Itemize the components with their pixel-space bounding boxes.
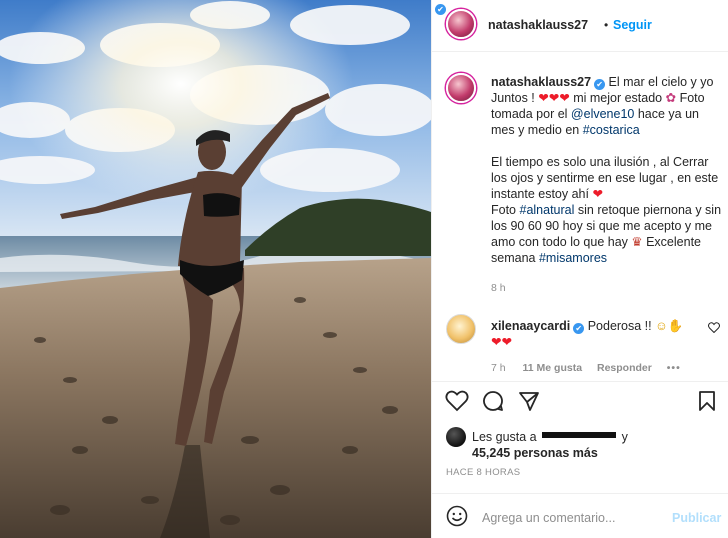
post-actions-bar — [432, 381, 728, 421]
hashtag-link[interactable]: #costarica — [583, 123, 640, 137]
caption-author-avatar[interactable] — [446, 73, 476, 103]
raised-hands-emoji-icon: ✋ — [667, 319, 684, 333]
post-caption: natashaklauss27 ✔ El mar el cielo y yo Ju… — [491, 74, 723, 282]
follow-button[interactable]: Seguir — [613, 18, 652, 32]
comment-item: xilenaaycardi ✔ Poderosa !! ☺✋ ❤❤ — [491, 318, 701, 350]
add-comment-bar: Agrega un comentario... Publicar — [432, 493, 728, 538]
comment-text: Poderosa !! — [587, 319, 652, 333]
author-username[interactable]: natashaklauss27 — [488, 18, 588, 32]
smiley-icon[interactable] — [446, 505, 468, 527]
heart-emoji-icon: ❤ — [592, 187, 603, 201]
comment-input[interactable]: Agrega un comentario... — [482, 511, 615, 525]
paper-plane-icon[interactable] — [518, 390, 540, 412]
more-options-icon[interactable]: ••• — [667, 362, 681, 374]
post-photo[interactable] — [0, 0, 431, 538]
hashtag-link[interactable]: #alnatural — [520, 203, 575, 217]
verified-badge-icon: ✔ — [573, 323, 585, 334]
caption-para3-a: Foto — [491, 203, 517, 217]
commenter-username[interactable]: xilenaaycardi — [491, 319, 570, 333]
caption-paragraph-2: El tiempo es solo una ilusión , al Cerra… — [491, 155, 719, 201]
heart-emoji-icon: ❤ — [501, 335, 512, 349]
post-header: natashaklauss27 ✔ • Seguir — [432, 0, 728, 52]
hashtag-link[interactable]: #misamores — [539, 251, 607, 265]
heart-outline-icon[interactable] — [445, 390, 469, 412]
publish-button[interactable]: Publicar — [672, 511, 721, 525]
heart-emoji-icon: ❤ — [548, 91, 560, 105]
speech-bubble-icon[interactable] — [482, 390, 504, 412]
likes-prefix: Les gusta a — [472, 430, 537, 444]
dancer-emoji-icon: ♛ — [631, 235, 643, 249]
commenter-avatar[interactable] — [446, 314, 476, 344]
heart-emoji-icon: ❤ — [491, 335, 502, 349]
likes-count[interactable]: 45,245 personas más — [472, 446, 598, 460]
likes-suffix: y — [621, 430, 628, 444]
redacted-username — [542, 432, 617, 438]
post-age[interactable]: HACE 8 HORAS — [446, 467, 520, 478]
caption-username[interactable]: natashaklauss27 — [491, 75, 591, 89]
author-avatar[interactable] — [446, 9, 476, 39]
comment-like-heart-icon[interactable] — [708, 322, 720, 333]
post-side-panel: natashaklauss27 ✔ • Seguir natashaklauss… — [431, 0, 728, 538]
flower-emoji-icon: ✿ — [665, 91, 677, 105]
comment-likes[interactable]: 11 Me gusta — [523, 362, 583, 374]
caption-line1-tail: mi mejor estado — [573, 91, 663, 105]
mention-link[interactable]: @elvene10 — [571, 107, 634, 121]
heart-emoji-icon: ❤ — [559, 91, 570, 105]
comment-timestamp[interactable]: 7 h — [491, 362, 506, 374]
verified-badge-icon: ✔ — [435, 4, 446, 15]
heart-eyes-emoji-icon: ☺ — [655, 319, 668, 333]
comment-meta: 7 h 11 Me gusta Responder ••• — [491, 362, 681, 374]
liker-avatar[interactable] — [446, 427, 466, 447]
beach-photo-illustration — [0, 0, 431, 538]
separator-dot: • — [604, 18, 609, 32]
bookmark-icon[interactable] — [698, 390, 716, 412]
reply-button[interactable]: Responder — [597, 362, 652, 374]
verified-badge-icon: ✔ — [594, 79, 606, 90]
heart-emoji-icon: ❤ — [538, 91, 549, 105]
caption-timestamp[interactable]: 8 h — [491, 282, 506, 294]
